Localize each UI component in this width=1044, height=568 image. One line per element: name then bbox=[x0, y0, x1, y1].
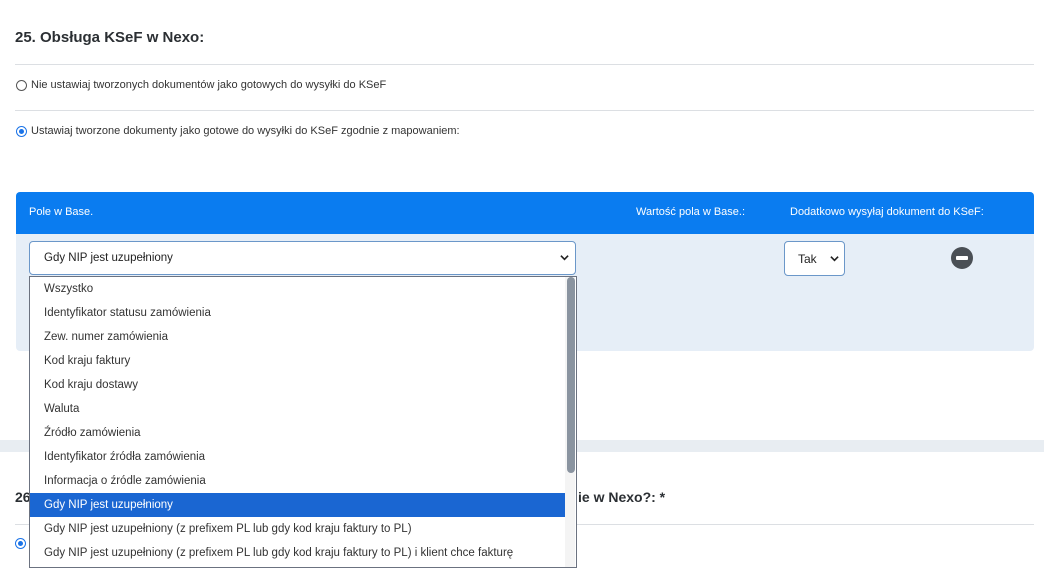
mapping-table-header: Pole w Base. Wartość pola w Base.: Dodat… bbox=[16, 192, 1034, 234]
dropdown-option[interactable]: Wszystko bbox=[30, 277, 566, 301]
divider bbox=[15, 64, 1034, 65]
radio-label: Nie ustawiaj tworzonych dokumentów jako … bbox=[31, 79, 387, 91]
dropdown-option[interactable]: Kod kraju faktury bbox=[30, 349, 566, 373]
radio-label: Ustawiaj tworzone dokumenty jako gotowe … bbox=[31, 125, 460, 137]
dropdown-option[interactable]: Waluta bbox=[30, 397, 566, 421]
send-to-ksef-select[interactable]: Tak bbox=[784, 241, 845, 276]
chevron-down-icon bbox=[560, 255, 569, 261]
radio-button-checked[interactable] bbox=[16, 125, 27, 137]
radio-option-ksef-mapping[interactable]: Ustawiaj tworzone dokumenty jako gotowe … bbox=[16, 125, 460, 137]
dropdown-option[interactable]: Identyfikator źródła zamówienia bbox=[30, 445, 566, 469]
remove-row-icon[interactable] bbox=[951, 247, 973, 269]
chevron-down-icon bbox=[830, 256, 839, 262]
dropdown-option[interactable]: Informacja o źródle zamówienia bbox=[30, 469, 566, 493]
dropdown-option[interactable]: Gdy NIP jest uzupełniony bbox=[30, 493, 566, 517]
dropdown-option[interactable]: Identyfikator statusu zamówienia bbox=[30, 301, 566, 325]
dropdown-option[interactable]: Zew. numer zamówienia bbox=[30, 325, 566, 349]
section-title: 25. Obsługa KSeF w Nexo: bbox=[15, 29, 205, 46]
scrollbar-thumb[interactable] bbox=[567, 277, 575, 473]
field-dropdown-list[interactable]: Wszystko Identyfikator statusu zamówienia… bbox=[29, 276, 577, 568]
divider bbox=[15, 110, 1034, 111]
send-to-ksef-value: Tak bbox=[798, 252, 817, 266]
field-select[interactable]: Gdy NIP jest uzupełniony bbox=[29, 241, 576, 275]
radio-button[interactable] bbox=[16, 79, 27, 91]
dropdown-option[interactable]: Źródło zamówienia bbox=[30, 421, 566, 445]
column-header-extra: Dodatkowo wysyłaj dokument do KSeF: bbox=[790, 206, 984, 218]
dropdown-option[interactable]: Gdy NIP jest uzupełniony (z prefixem PL … bbox=[30, 541, 566, 565]
column-header-field: Pole w Base. bbox=[29, 206, 94, 218]
next-section-title-end: ie w Nexo?: * bbox=[578, 489, 666, 505]
dropdown-option[interactable]: Kod kraju dostawy bbox=[30, 373, 566, 397]
radio-option-no-ksef[interactable]: Nie ustawiaj tworzonych dokumentów jako … bbox=[16, 79, 386, 91]
field-select-value: Gdy NIP jest uzupełniony bbox=[44, 252, 173, 264]
dropdown-option[interactable]: Gdy NIP jest uzupełniony (z prefixem PL … bbox=[30, 517, 566, 541]
radio-button-checked[interactable] bbox=[15, 538, 26, 549]
column-header-value: Wartość pola w Base.: bbox=[636, 206, 746, 218]
